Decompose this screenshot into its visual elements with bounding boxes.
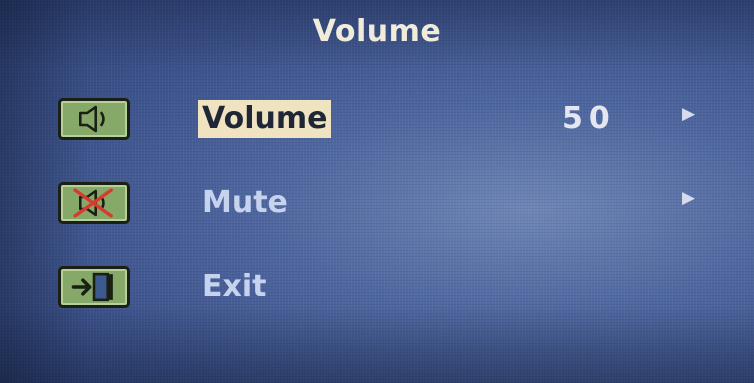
menu-item-label: Mute [202, 185, 288, 220]
right-arrow-icon[interactable]: ▶ [682, 104, 695, 124]
menu-title: Volume [312, 14, 442, 49]
right-arrow-icon[interactable]: ▶ [682, 188, 695, 208]
menu-item-exit[interactable]: Exit [0, 262, 754, 314]
speaker-muted-icon [58, 182, 130, 224]
speaker-icon [58, 98, 130, 140]
menu-item-label: Volume [198, 100, 332, 138]
menu-item-mute[interactable]: Mute ▶ [0, 178, 754, 230]
exit-door-icon [58, 266, 130, 308]
osd-menu: Volume Volume 50 ▶ Mute ▶ Exit [0, 0, 754, 383]
volume-value: 50 [562, 101, 616, 136]
menu-item-label: Exit [202, 269, 267, 304]
menu-item-volume[interactable]: Volume 50 ▶ [0, 94, 754, 146]
